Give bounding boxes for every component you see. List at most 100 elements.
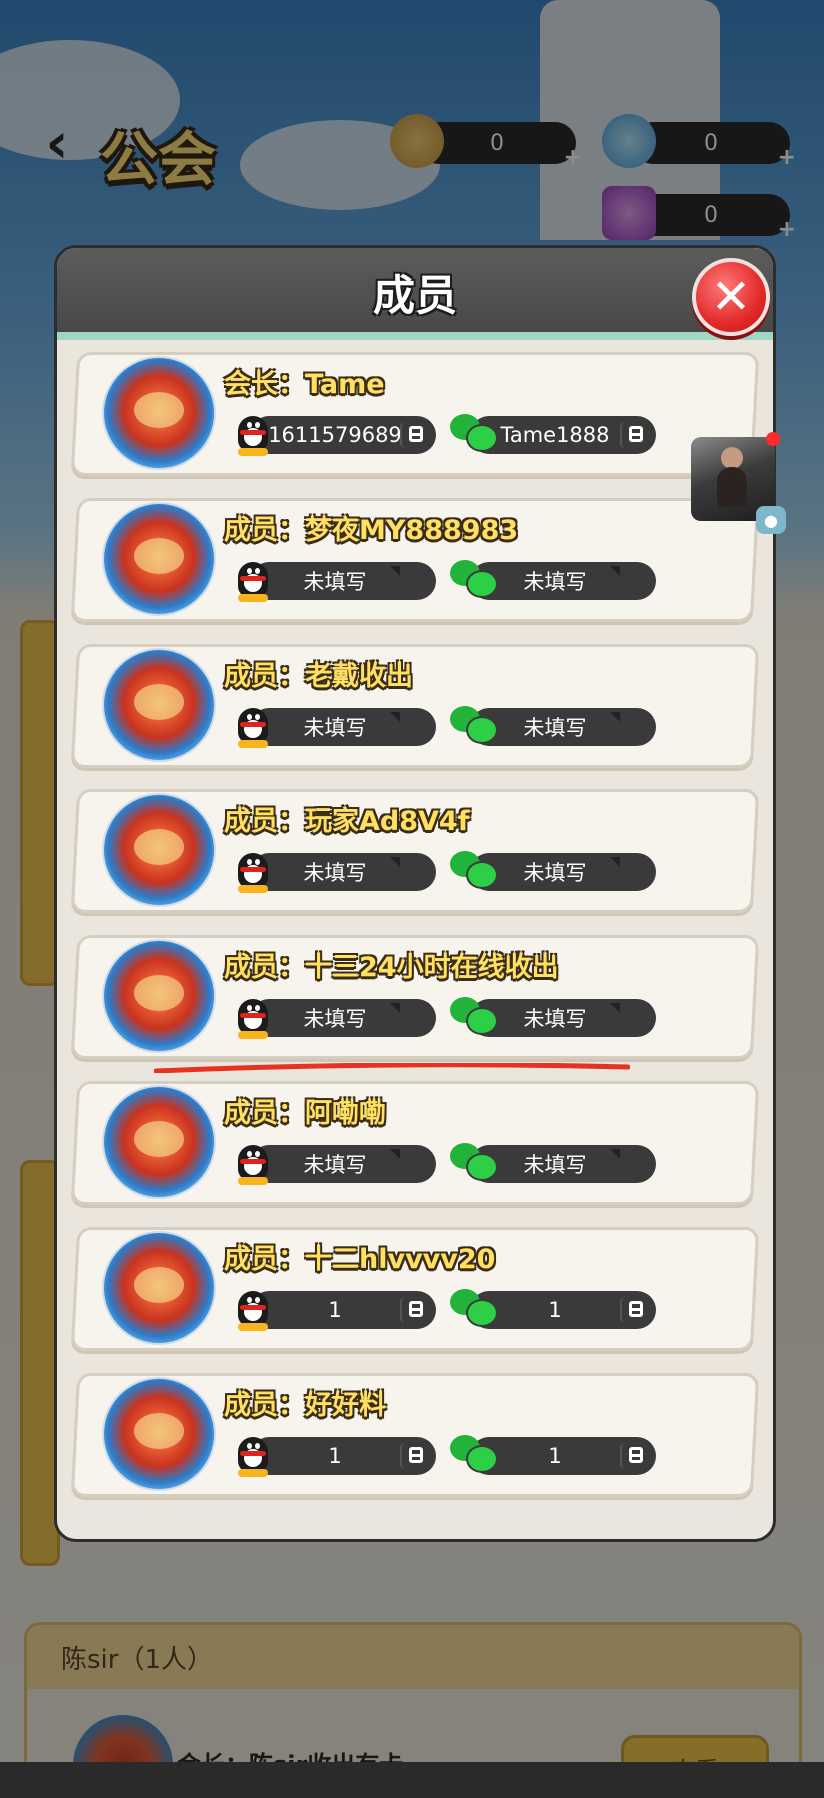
member-avatar[interactable] (102, 939, 216, 1053)
wechat-value: Tame1888 (500, 423, 610, 447)
qq-value: 1 (328, 1298, 342, 1322)
member-avatar[interactable] (102, 1085, 216, 1199)
member-name: 成员：十二hlvvvv20 (224, 1244, 496, 1275)
corner-mark (610, 857, 620, 867)
qq-icon (236, 1139, 270, 1185)
member-card: 成员：玩家Ad8V4f 未填写 未填写 (70, 789, 760, 913)
wechat-icon (450, 995, 498, 1037)
qq-contact: 未填写 (238, 562, 436, 602)
wechat-icon (450, 704, 498, 746)
qq-contact[interactable]: 1611579689 (238, 416, 436, 456)
member-name: 成员：梦夜MY888983 (224, 515, 519, 546)
dialog-title: 成员 (372, 271, 457, 320)
wechat-value: 未填写 (523, 1007, 587, 1031)
corner-mark (390, 1149, 400, 1159)
avatar-face (134, 1413, 184, 1449)
qq-contact[interactable]: 1 (238, 1291, 436, 1331)
wechat-contact: 未填写 (450, 560, 656, 600)
copy-icon[interactable] (620, 422, 648, 448)
person-body (717, 467, 747, 507)
wechat-value: 1 (548, 1298, 562, 1322)
corner-mark (610, 1003, 620, 1013)
wechat-value: 未填写 (523, 716, 587, 740)
copy-icon[interactable] (620, 1443, 648, 1469)
member-name: 成员：十三24小时在线收出 (224, 952, 559, 983)
wechat-icon (450, 1287, 498, 1329)
member-card: 成员：十二hlvvvv20 1 1 (70, 1227, 760, 1351)
wechat-contact: 未填写 (450, 851, 656, 891)
member-avatar[interactable] (102, 502, 216, 616)
member-card: 成员：好好料 1 1 (70, 1373, 760, 1497)
avatar-face (134, 975, 184, 1011)
qq-icon (236, 1431, 270, 1477)
qq-contact: 未填写 (238, 1145, 436, 1185)
qq-value: 1611579689 (268, 423, 402, 447)
wechat-value: 未填写 (523, 861, 587, 885)
qq-value: 未填写 (303, 1007, 367, 1031)
qq-value: 未填写 (303, 570, 367, 594)
qq-value: 未填写 (303, 1153, 367, 1177)
corner-mark (390, 857, 400, 867)
member-avatar[interactable] (102, 356, 216, 470)
wechat-icon (450, 558, 498, 600)
member-avatar[interactable] (102, 1377, 216, 1491)
member-avatar[interactable] (102, 648, 216, 762)
qq-value: 1 (328, 1444, 342, 1468)
wechat-value: 1 (548, 1444, 562, 1468)
wechat-contact[interactable]: Tame1888 (450, 414, 656, 454)
member-avatar[interactable] (102, 793, 216, 907)
wechat-value: 未填写 (523, 1153, 587, 1177)
avatar-face (134, 1121, 184, 1157)
wechat-icon (450, 1433, 498, 1475)
bottom-bar (0, 1762, 824, 1798)
member-name: 成员：玩家Ad8V4f (224, 806, 470, 837)
qq-icon (236, 993, 270, 1039)
wechat-value: 未填写 (523, 570, 587, 594)
avatar-face (134, 684, 184, 720)
avatar-face (134, 1267, 184, 1303)
corner-mark (390, 712, 400, 722)
corner-mark (610, 1149, 620, 1159)
qq-icon (236, 410, 270, 456)
member-card: 成员：梦夜MY888983 未填写 未填写 (70, 498, 760, 622)
qq-value: 未填写 (303, 861, 367, 885)
wechat-contact: 未填写 (450, 706, 656, 746)
wechat-contact[interactable]: 1 (450, 1435, 656, 1475)
person-head (721, 447, 743, 469)
qq-icon (236, 702, 270, 748)
qq-contact: 未填写 (238, 999, 436, 1039)
member-card: 会长：Tame 1611579689 Tame1888 (70, 352, 760, 476)
qq-icon (236, 847, 270, 893)
dialog-header: 成员 (57, 248, 773, 336)
dialog-header-accent (57, 332, 773, 340)
wechat-contact: 未填写 (450, 1143, 656, 1183)
corner-mark (610, 566, 620, 576)
corner-mark (390, 1003, 400, 1013)
copy-icon[interactable] (620, 1297, 648, 1323)
copy-icon[interactable] (400, 422, 428, 448)
close-icon[interactable]: ✕ (692, 258, 770, 336)
avatar-face (134, 538, 184, 574)
member-name: 会长：Tame (224, 369, 385, 400)
corner-mark (610, 712, 620, 722)
wechat-icon (450, 412, 498, 454)
wechat-icon (450, 1141, 498, 1183)
wechat-contact[interactable]: 1 (450, 1289, 656, 1329)
qq-contact: 未填写 (238, 708, 436, 748)
member-name: 成员：老戴收出 (224, 661, 413, 692)
qq-value: 未填写 (303, 716, 367, 740)
wechat-icon (450, 849, 498, 891)
copy-icon[interactable] (400, 1443, 428, 1469)
copy-icon[interactable] (400, 1297, 428, 1323)
qq-contact: 未填写 (238, 853, 436, 893)
qq-contact[interactable]: 1 (238, 1437, 436, 1477)
annotation-underline (154, 1063, 630, 1073)
member-name: 成员：阿嘞嘞 (224, 1098, 386, 1129)
notification-dot (766, 432, 780, 446)
member-avatar[interactable] (102, 1231, 216, 1345)
qq-icon (236, 1285, 270, 1331)
member-card: 成员：老戴收出 未填写 未填写 (70, 644, 760, 768)
qq-icon (236, 556, 270, 602)
wechat-contact: 未填写 (450, 997, 656, 1037)
chat-icon[interactable]: ● (756, 506, 786, 534)
